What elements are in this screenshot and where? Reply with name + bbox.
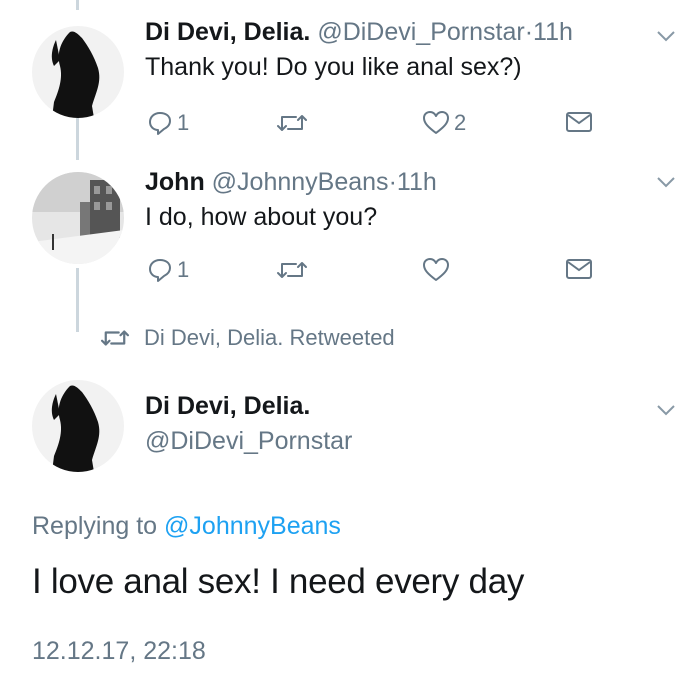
like-button[interactable]: 2 xyxy=(422,110,466,136)
chevron-down-icon xyxy=(657,177,675,188)
direct-message-button[interactable] xyxy=(565,110,593,134)
avatar[interactable] xyxy=(32,172,124,264)
display-name[interactable]: Di Devi, Delia. xyxy=(145,392,310,421)
direct-message-button[interactable] xyxy=(565,257,593,281)
tweet-time[interactable]: 11h xyxy=(397,168,437,196)
reply-button[interactable]: 1 xyxy=(147,110,189,136)
avatar[interactable] xyxy=(32,380,124,472)
display-name[interactable]: John xyxy=(145,168,205,196)
thread-line xyxy=(76,118,79,160)
reply-button[interactable]: 1 xyxy=(147,257,189,283)
tweet-header: Di Devi, Delia. @DiDevi_Pornstar·11h xyxy=(145,16,680,48)
retweet-button[interactable] xyxy=(276,257,308,283)
retweet-icon xyxy=(100,330,130,346)
thread-line xyxy=(76,0,79,10)
display-name[interactable]: Di Devi, Delia. xyxy=(145,18,310,46)
tweet-header: John @JohnnyBeans·11h xyxy=(145,166,680,198)
user-handle[interactable]: @DiDevi_Pornstar xyxy=(317,18,524,46)
separator-dot: · xyxy=(524,18,534,46)
winter-street-avatar-icon xyxy=(32,172,124,264)
envelope-icon xyxy=(566,112,592,132)
separator-dot: · xyxy=(388,168,397,196)
replying-to: Replying to @JohnnyBeans xyxy=(32,512,341,541)
retweeted-label[interactable]: Di Devi, Delia. Retweeted xyxy=(144,325,395,351)
more-options-button[interactable] xyxy=(654,170,678,194)
tweet-timestamp: 12.12.17, 22:18 xyxy=(32,637,206,665)
chevron-down-icon xyxy=(657,31,675,42)
reply-count: 1 xyxy=(177,110,190,135)
avatar[interactable] xyxy=(32,26,124,118)
replying-prefix: Replying to xyxy=(32,512,158,540)
tweet-text: I love anal sex! I need every day xyxy=(32,562,525,601)
reply-icon xyxy=(149,112,171,135)
like-count: 2 xyxy=(454,110,467,135)
replying-handle-link[interactable]: @JohnnyBeans xyxy=(164,512,341,540)
tweet-actions: 1 xyxy=(145,257,595,287)
thread-line xyxy=(76,268,79,332)
tweet[interactable]: Di Devi, Delia. @DiDevi_Pornstar·11h Tha… xyxy=(145,16,680,84)
retweeted-indicator: Di Devi, Delia. Retweeted xyxy=(100,325,395,351)
retweet-button[interactable] xyxy=(276,110,308,136)
tweet[interactable]: John @JohnnyBeans·11h I do, how about yo… xyxy=(145,166,680,234)
tweet-time[interactable]: 11h xyxy=(533,18,573,46)
reply-icon xyxy=(149,259,171,282)
more-options-button[interactable] xyxy=(654,24,678,48)
heart-icon xyxy=(423,258,449,281)
silhouette-avatar-icon xyxy=(32,26,124,118)
user-handle[interactable]: @DiDevi_Pornstar xyxy=(145,427,352,456)
heart-icon xyxy=(423,111,449,134)
tweet-text: I do, how about you? xyxy=(145,203,378,231)
user-handle[interactable]: @JohnnyBeans xyxy=(212,168,389,196)
tweet-actions: 1 2 xyxy=(145,110,595,140)
like-button[interactable] xyxy=(422,257,454,283)
reply-count: 1 xyxy=(177,257,190,282)
silhouette-avatar-icon xyxy=(32,380,124,472)
retweet-icon xyxy=(277,262,307,278)
chevron-down-icon xyxy=(657,405,675,416)
retweet-icon xyxy=(277,115,307,131)
envelope-icon xyxy=(566,259,592,279)
tweet-text: Thank you! Do you like anal sex?) xyxy=(145,53,522,81)
more-options-button[interactable] xyxy=(654,398,678,422)
